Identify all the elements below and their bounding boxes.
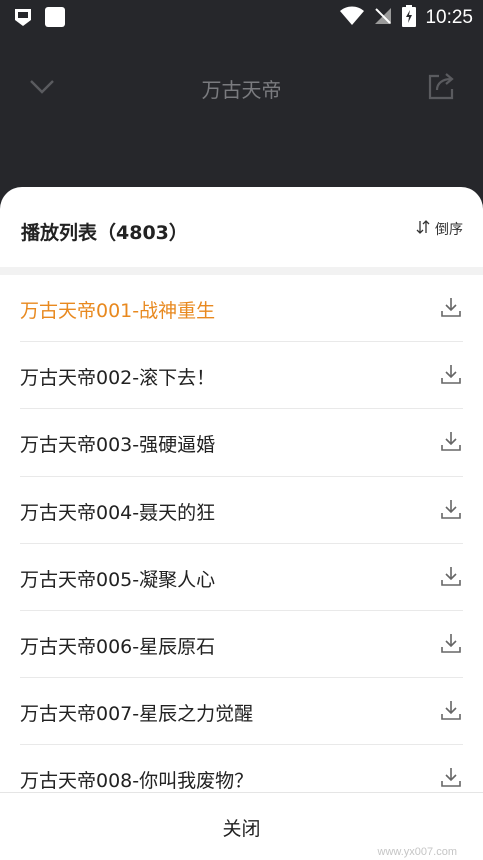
divider (0, 267, 483, 275)
download-icon[interactable] (439, 497, 463, 521)
download-icon[interactable] (439, 564, 463, 588)
episode-title: 万古天帝003-强硬逼婚 (20, 434, 216, 457)
sort-order-label: 倒序 (435, 222, 463, 238)
list-item[interactable]: 万古天帝006-星辰原石 (20, 611, 463, 679)
episode-list: 万古天帝001-战神重生 万古天帝002-滚下去！ 万古天帝003-强硬逼婚 万… (0, 275, 483, 813)
sort-order-button[interactable]: 倒序 (415, 219, 463, 239)
episode-title: 万古天帝002-滚下去！ (20, 367, 216, 390)
episode-title: 万古天帝007-星辰之力觉醒 (20, 703, 254, 726)
playlist-sheet: 播放列表（4803） 倒序 万古天帝001-战神重生 万古天帝002-滚下去！ … (0, 187, 483, 860)
episode-title: 万古天帝005-凝聚人心 (20, 568, 216, 591)
list-item[interactable]: 万古天帝004-聂天的狂 (20, 477, 463, 544)
list-item[interactable]: 万古天帝003-强硬逼婚 (20, 409, 463, 477)
list-item[interactable]: 万古天帝002-滚下去！ (20, 342, 463, 410)
episode-title: 万古天帝006-星辰原石 (20, 635, 216, 658)
download-icon[interactable] (439, 698, 463, 722)
sort-icon (415, 219, 431, 239)
share-icon (425, 73, 457, 106)
share-button[interactable] (425, 70, 457, 102)
episode-title: 万古天帝004-聂天的狂 (20, 501, 216, 524)
episode-title: 万古天帝008-你叫我废物？ (20, 770, 254, 793)
list-item[interactable]: 万古天帝007-星辰之力觉醒 (20, 678, 463, 746)
download-icon[interactable] (439, 765, 463, 789)
battery-icon (402, 5, 417, 31)
download-icon[interactable] (439, 295, 463, 319)
no-signal-icon (373, 6, 393, 30)
playlist-title: 播放列表（4803） (21, 222, 188, 244)
shield-icon (12, 6, 34, 32)
album-title: 万古天帝 (201, 78, 282, 102)
watermark: www.yx007.com (377, 846, 457, 858)
player-top-bar: 万古天帝 (0, 34, 483, 140)
status-time: 10:25 (425, 7, 473, 28)
playlist-header: 播放列表（4803） 倒序 (0, 187, 483, 267)
download-icon[interactable] (439, 362, 463, 386)
status-bar: 10:25 (0, 0, 483, 34)
download-icon[interactable] (439, 631, 463, 655)
list-item[interactable]: 万古天帝005-凝聚人心 (20, 544, 463, 611)
download-icon[interactable] (439, 429, 463, 453)
wifi-icon (340, 6, 365, 30)
list-item[interactable]: 万古天帝001-战神重生 (20, 275, 463, 343)
sheet-footer: 关闭 www.yx007.com (0, 792, 483, 860)
episode-title: 万古天帝001-战神重生 (20, 300, 216, 322)
square-icon (44, 6, 66, 32)
